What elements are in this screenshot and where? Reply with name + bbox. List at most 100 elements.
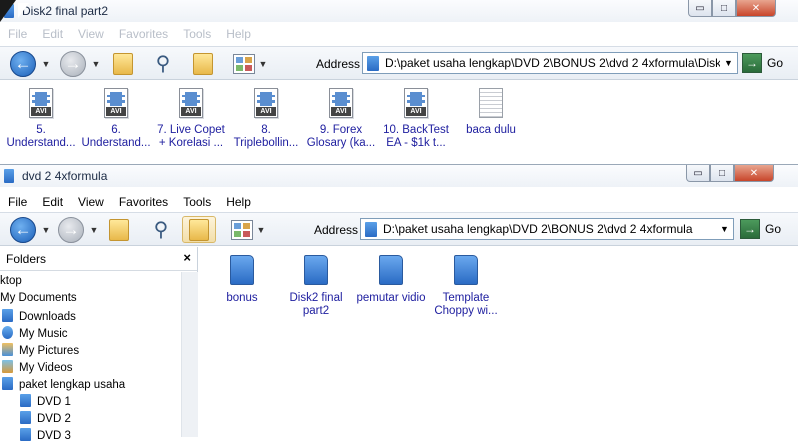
menu-view[interactable]: View: [78, 192, 112, 212]
go-button[interactable]: → Go: [740, 219, 781, 239]
menu-help[interactable]: Help: [226, 192, 259, 212]
menu-favorites[interactable]: Favorites: [119, 192, 176, 212]
file-item[interactable]: AVI 5. Understand...: [2, 88, 80, 150]
avi-file-icon: AVI: [179, 88, 203, 118]
file-item[interactable]: AVI 6. Understand...: [77, 88, 155, 150]
up-folder-icon: [109, 218, 129, 241]
search-icon: ⚲: [153, 219, 169, 241]
avi-file-icon: AVI: [29, 88, 53, 118]
menu-view[interactable]: View: [78, 24, 112, 44]
tree-item-my-pictures[interactable]: My Pictures: [2, 343, 79, 357]
views-button[interactable]: ▼: [230, 50, 270, 77]
tree-item-dvd3[interactable]: DVD 3: [20, 428, 71, 442]
folder-item[interactable]: Template Choppy wi...: [428, 255, 504, 318]
tree-item-label: DVD 2: [37, 413, 71, 425]
back-history-dropdown[interactable]: ▼: [40, 50, 52, 77]
close-button[interactable]: ✕: [734, 165, 774, 182]
forward-history-dropdown[interactable]: ▼: [88, 216, 100, 243]
chevron-down-icon: ▼: [258, 58, 268, 69]
menu-help[interactable]: Help: [226, 24, 259, 44]
back-title-bar[interactable]: Disk2 final part2 ▭ □ ✕: [0, 0, 798, 22]
front-window-title: dvd 2 4xformula: [22, 169, 108, 183]
chevron-down-icon: ▼: [256, 224, 266, 235]
folders-scrollbar[interactable]: [181, 272, 198, 437]
file-item[interactable]: AVI 10. BackTest EA - $1k t...: [377, 88, 455, 150]
go-arrow-icon: →: [740, 219, 760, 239]
up-button[interactable]: [110, 50, 136, 77]
menu-tools[interactable]: Tools: [183, 24, 219, 44]
front-toolbar: ← ▼ → ▼ ⚲ ▼ Address D:\paket usaha lengk…: [0, 212, 798, 246]
tree-item-dvd2[interactable]: DVD 2: [20, 411, 71, 425]
folders-button[interactable]: [190, 50, 216, 77]
file-name-line2: EA - $1k t...: [386, 137, 446, 149]
tree-item-my-music[interactable]: My Music: [2, 326, 68, 340]
folders-icon: [189, 218, 209, 241]
music-folder-icon: [2, 326, 13, 339]
address-label: Address: [314, 223, 359, 237]
forward-history-dropdown[interactable]: ▼: [90, 50, 102, 77]
address-bar[interactable]: D:\paket usaha lengkap\DVD 2\BONUS 2\dvd…: [362, 52, 738, 74]
maximize-button[interactable]: □: [710, 165, 734, 182]
close-pane-button[interactable]: ×: [183, 250, 191, 265]
folder-icon: [2, 309, 13, 322]
address-value: D:\paket usaha lengkap\DVD 2\BONUS 2\dvd…: [385, 56, 737, 70]
views-button[interactable]: ▼: [228, 216, 268, 243]
tree-item-downloads[interactable]: Downloads: [2, 309, 76, 323]
avi-file-icon: AVI: [254, 88, 278, 118]
file-name-line1: 9. Forex: [319, 124, 363, 136]
tree-item-my-documents[interactable]: My Documents: [0, 292, 77, 304]
menu-favorites[interactable]: Favorites: [119, 24, 176, 44]
address-dropdown-arrow[interactable]: ▼: [716, 219, 733, 239]
file-name-line1: 6.: [111, 124, 121, 136]
folder-icon: [230, 255, 254, 285]
forward-button[interactable]: →: [58, 216, 84, 243]
search-button[interactable]: ⚲: [150, 50, 176, 77]
tree-item-paket-lengkap-usaha[interactable]: paket lengkap usaha: [2, 377, 125, 391]
folder-name-line1: Disk2 final: [289, 292, 343, 304]
folder-icon: [365, 222, 377, 237]
file-item[interactable]: AVI 8. Triplebollin...: [227, 88, 305, 150]
menu-tools[interactable]: Tools: [183, 192, 219, 212]
address-bar[interactable]: D:\paket usaha lengkap\DVD 2\BONUS 2\dvd…: [360, 218, 734, 240]
back-button[interactable]: ←: [10, 216, 36, 243]
chevron-down-icon: ▼: [41, 224, 51, 235]
close-button[interactable]: ✕: [736, 0, 776, 17]
file-name-line2: Understand...: [6, 137, 76, 149]
file-item[interactable]: baca dulu: [452, 88, 530, 137]
tree-item-dvd1[interactable]: DVD 1: [20, 394, 71, 408]
menu-edit[interactable]: Edit: [42, 24, 71, 44]
file-name-line1: 10. BackTest: [383, 124, 449, 136]
folder-item[interactable]: pemutar vidio: [353, 255, 429, 305]
minimize-button[interactable]: ▭: [688, 0, 712, 17]
folder-icon: [379, 255, 403, 285]
menu-file[interactable]: File: [8, 192, 35, 212]
folder-item[interactable]: Disk2 final part2: [278, 255, 354, 318]
file-name-line1: baca dulu: [466, 124, 516, 136]
back-history-dropdown[interactable]: ▼: [40, 216, 52, 243]
maximize-button[interactable]: □: [712, 0, 736, 17]
folders-button[interactable]: [182, 216, 216, 243]
search-button[interactable]: ⚲: [148, 216, 174, 243]
menu-edit[interactable]: Edit: [42, 192, 71, 212]
go-button[interactable]: → Go: [742, 53, 783, 73]
up-button[interactable]: [106, 216, 132, 243]
text-file-icon: [479, 88, 503, 118]
file-item[interactable]: AVI 7. Live Copet + Korelasi ...: [152, 88, 230, 150]
back-button[interactable]: ←: [10, 50, 36, 77]
file-item[interactable]: AVI 9. Forex Glosary (ka...: [302, 88, 380, 150]
tree-item-my-videos[interactable]: My Videos: [2, 360, 72, 374]
chevron-down-icon: ▼: [91, 58, 101, 69]
views-icon: [230, 219, 253, 240]
tree-item-desktop[interactable]: ktop: [0, 275, 22, 287]
minimize-button[interactable]: ▭: [686, 165, 710, 182]
menu-file[interactable]: File: [8, 24, 35, 44]
address-dropdown-arrow[interactable]: ▼: [720, 53, 737, 73]
folder-item[interactable]: bonus: [204, 255, 280, 305]
file-name-line2: Understand...: [81, 137, 151, 149]
front-title-bar[interactable]: dvd 2 4xformula ▭ □ ✕: [0, 165, 798, 187]
forward-button[interactable]: →: [60, 50, 86, 77]
tree-item-label: DVD 3: [37, 430, 71, 442]
chevron-down-icon: ▼: [41, 58, 51, 69]
front-explorer-window: dvd 2 4xformula ▭ □ ✕ File Edit View Fav…: [0, 164, 798, 442]
tree-item-label: My Videos: [19, 362, 73, 374]
